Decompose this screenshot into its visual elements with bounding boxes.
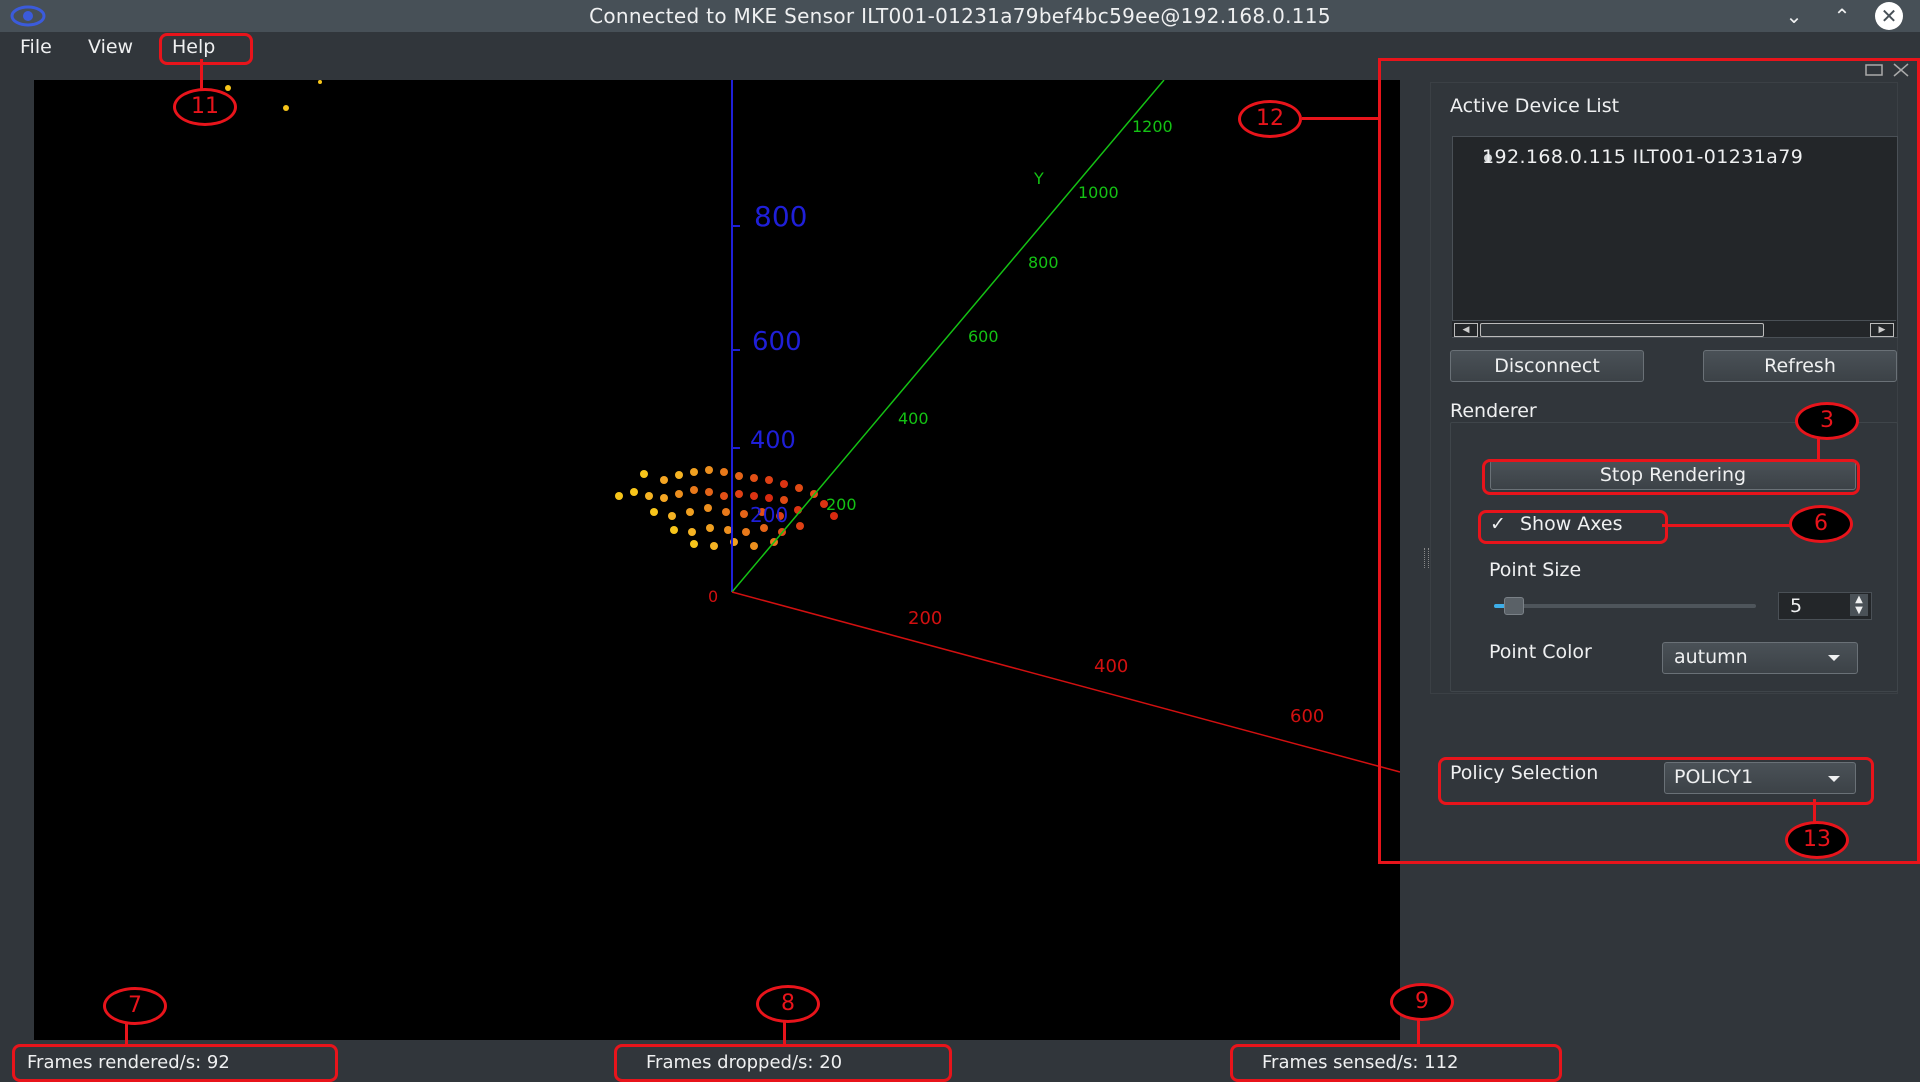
annotation-line xyxy=(1302,117,1378,120)
annotation-line xyxy=(783,1020,786,1044)
y-tick-label: 200 xyxy=(826,495,857,514)
annotation-line xyxy=(1417,1018,1420,1044)
annotation-box-rendered xyxy=(12,1044,338,1082)
annotation-box-policy xyxy=(1438,757,1874,805)
x-tick-label: 200 xyxy=(908,608,942,629)
annotation-line xyxy=(200,59,203,90)
menu-view[interactable]: View xyxy=(88,32,133,62)
annotation-marker-7: 7 xyxy=(103,987,167,1025)
x-tick-label: 600 xyxy=(1290,706,1324,727)
z-tick-label: 200 xyxy=(750,503,788,527)
z-tick-label: 600 xyxy=(752,327,802,357)
annotation-marker-13: 13 xyxy=(1785,821,1849,859)
annotation-marker-9: 9 xyxy=(1390,983,1454,1021)
annotation-box-sensed xyxy=(1230,1044,1562,1082)
x-tick-label: 400 xyxy=(1094,656,1128,677)
annotation-box-stop-rendering xyxy=(1482,459,1860,495)
y-axis-label: Y xyxy=(1033,169,1044,188)
z-tick-label: 800 xyxy=(754,200,807,233)
origin-label: 0 xyxy=(708,587,718,606)
annotation-line xyxy=(1813,799,1816,822)
annotation-box-dropped xyxy=(614,1044,952,1082)
maximize-icon[interactable]: ⌃ xyxy=(1828,2,1856,30)
y-tick-label: 1000 xyxy=(1078,183,1119,202)
x-axis: 0 200 400 600 xyxy=(708,587,1400,773)
z-tick-label: 400 xyxy=(750,426,796,454)
annotation-box-show-axes xyxy=(1478,510,1668,544)
window-title: Connected to MKE Sensor ILT001-01231a79b… xyxy=(589,4,1331,28)
close-icon[interactable]: ✕ xyxy=(1875,2,1903,30)
annotation-marker-6: 6 xyxy=(1789,505,1853,543)
annotation-box-help xyxy=(159,33,253,65)
y-tick-label: 800 xyxy=(1028,253,1059,272)
y-tick-label: 1200 xyxy=(1132,117,1173,136)
annotation-marker-12: 12 xyxy=(1238,100,1302,138)
y-tick-label: 400 xyxy=(898,409,929,428)
minimize-icon[interactable]: ⌄ xyxy=(1780,2,1808,30)
annotation-marker-8: 8 xyxy=(756,985,820,1023)
title-bar: Connected to MKE Sensor ILT001-01231a79b… xyxy=(0,0,1920,32)
point-cloud-canvas[interactable]: 800 600 400 200 Y 1200 1000 800 600 400 … xyxy=(34,80,1400,1040)
annotation-marker-3: 3 xyxy=(1795,402,1859,440)
menu-file[interactable]: File xyxy=(20,32,52,62)
point-cloud-viewport[interactable]: 800 600 400 200 Y 1200 1000 800 600 400 … xyxy=(34,80,1400,1040)
y-tick-label: 600 xyxy=(968,327,999,346)
point-cloud xyxy=(225,80,838,550)
annotation-line xyxy=(1662,524,1792,527)
annotation-marker-11: 11 xyxy=(173,88,237,126)
